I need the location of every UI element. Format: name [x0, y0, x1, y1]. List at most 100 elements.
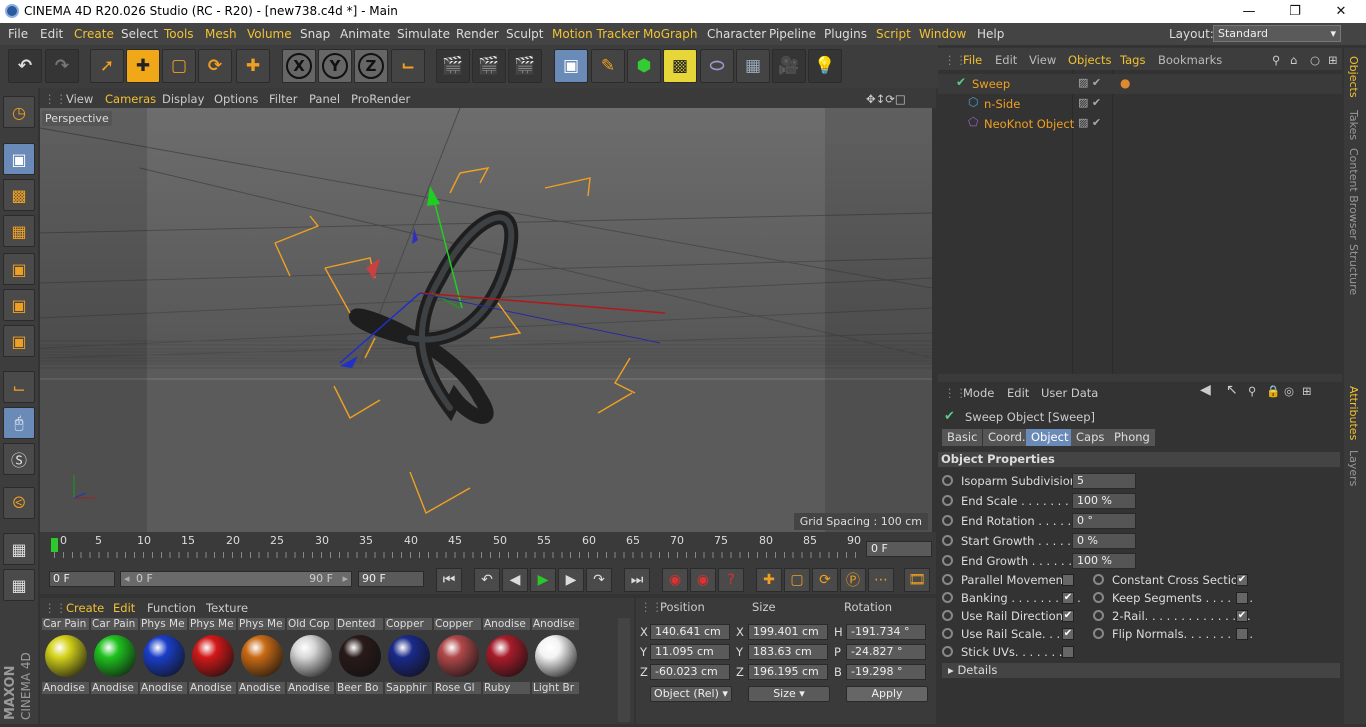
redo-icon[interactable]: ↷: [45, 49, 79, 83]
obj-menu-edit[interactable]: Edit: [995, 53, 1017, 67]
record-parameter-icon[interactable]: Ⓟ: [840, 568, 866, 592]
timeline-window-icon[interactable]: 🎞: [904, 568, 930, 592]
timeline-ruler[interactable]: 0 5 10 15 20 25 30 35 40 45 50 55 60 65 …: [40, 532, 936, 564]
close-button[interactable]: ✕: [1318, 2, 1364, 21]
menu-snap[interactable]: Snap: [300, 27, 330, 41]
new-window-icon[interactable]: ⊞: [1302, 384, 1312, 398]
menu-window[interactable]: Window: [919, 27, 966, 41]
polygons-mode-icon[interactable]: ▣: [3, 325, 35, 357]
autokeying-icon[interactable]: ◉: [690, 568, 716, 592]
tab-object[interactable]: Object: [1026, 429, 1074, 446]
camera-icon[interactable]: 🎥: [772, 49, 806, 83]
coord-size-field[interactable]: 196.195 cm: [748, 664, 828, 680]
material-swatch[interactable]: Phys Me Anodise: [238, 618, 285, 718]
menu-help[interactable]: Help: [977, 27, 1004, 41]
menu-character[interactable]: Character: [707, 27, 766, 41]
previous-frame-icon[interactable]: ◀: [502, 568, 528, 592]
viewport-menu-options[interactable]: Options: [214, 92, 258, 106]
viewport-nav-icon[interactable]: ✥↕⟳□: [866, 92, 906, 106]
back-arrow-icon[interactable]: ◀: [1200, 382, 1211, 398]
animate-radio-icon[interactable]: [1093, 610, 1104, 621]
go-to-end-icon[interactable]: ⏭: [624, 568, 650, 592]
coord-rotation-field[interactable]: -19.298 °: [846, 664, 926, 680]
menu-create[interactable]: Create: [74, 27, 114, 41]
viewport-menu-view[interactable]: View: [66, 92, 93, 106]
attr-field-value[interactable]: 0 %: [1072, 533, 1136, 549]
current-frame-marker[interactable]: [51, 538, 58, 552]
attr-checkbox[interactable]: [1236, 628, 1248, 640]
material-swatch[interactable]: Anodise Light Br: [532, 618, 579, 718]
floor-icon[interactable]: ▦: [736, 49, 770, 83]
tag-icon[interactable]: ●: [1120, 76, 1130, 90]
material-swatch[interactable]: Copper Rose Gl: [434, 618, 481, 718]
menu-simulate[interactable]: Simulate: [397, 27, 450, 41]
viewport-menu-prorender[interactable]: ProRender: [351, 92, 410, 106]
max-time-field[interactable]: 90 F: [358, 571, 424, 587]
undo-icon[interactable]: ↶: [8, 49, 42, 83]
next-frame-icon[interactable]: ▶: [558, 568, 584, 592]
workplane-icon[interactable]: ◷: [3, 96, 35, 128]
attr-field-value[interactable]: 100 %: [1072, 553, 1136, 569]
live-selection-icon[interactable]: ➚: [90, 49, 124, 83]
visibility-toggle-icon[interactable]: ▨ ✔: [1078, 96, 1101, 109]
points-mode-icon[interactable]: ▣: [3, 253, 35, 285]
details-section[interactable]: ▸ Details: [942, 663, 1340, 678]
menu-mesh[interactable]: Mesh: [205, 27, 237, 41]
animate-radio-icon[interactable]: [942, 646, 953, 657]
restore-button[interactable]: ❐: [1272, 2, 1318, 21]
record-active-objects-icon[interactable]: ◉: [662, 568, 688, 592]
menu-mograph[interactable]: MoGraph: [643, 27, 698, 41]
material-scrollbar[interactable]: [618, 618, 630, 722]
texture-mode-icon[interactable]: ▩: [3, 179, 35, 211]
new-window-icon[interactable]: ⊞: [1328, 53, 1338, 67]
target-icon[interactable]: ◎: [1284, 384, 1294, 398]
layout-select[interactable]: Standard ▾: [1213, 25, 1341, 42]
attr-checkbox[interactable]: ✔: [1062, 592, 1074, 604]
menu-motion-tracker[interactable]: Motion Tracker: [552, 27, 640, 41]
material-swatch[interactable]: Car Pain Anodise: [42, 618, 89, 718]
up-arrow-icon[interactable]: ↖: [1226, 382, 1238, 398]
material-swatch[interactable]: Phys Me Anodise: [189, 618, 236, 718]
light-icon[interactable]: 💡: [808, 49, 842, 83]
viewport-menu-panel[interactable]: Panel: [309, 92, 340, 106]
coordinate-system-icon[interactable]: ⌙: [391, 49, 425, 83]
go-to-start-icon[interactable]: ⏮: [436, 568, 462, 592]
object-row[interactable]: ✔ Sweep ▨ ✔ ●: [938, 74, 1342, 94]
obj-menu-file[interactable]: File: [963, 53, 982, 67]
cube-icon[interactable]: ▣: [554, 49, 588, 83]
material-swatch[interactable]: Old Cop Anodise: [287, 618, 334, 718]
viewport-camera-label[interactable]: Perspective: [42, 111, 112, 126]
x-axis-icon[interactable]: X: [282, 49, 316, 83]
animate-radio-icon[interactable]: [942, 475, 953, 486]
snap-icon[interactable]: ⧀: [3, 487, 35, 519]
menu-select[interactable]: Select: [121, 27, 158, 41]
animate-radio-icon[interactable]: [942, 515, 953, 526]
attr-menu-mode[interactable]: Mode: [963, 386, 994, 400]
attr-field-value[interactable]: 100 %: [1072, 493, 1136, 509]
search-icon[interactable]: ⚲: [1248, 384, 1256, 398]
obj-menu-view[interactable]: View: [1029, 53, 1056, 67]
recent-tool-icon[interactable]: ✚: [236, 49, 270, 83]
viewport-menu-filter[interactable]: Filter: [269, 92, 297, 106]
animate-radio-icon[interactable]: [942, 495, 953, 506]
attr-menu-edit[interactable]: Edit: [1007, 386, 1029, 400]
menu-plugins[interactable]: Plugins: [824, 27, 867, 41]
attr-checkbox[interactable]: ✔: [1236, 574, 1248, 586]
subdivision-icon[interactable]: ⬢: [627, 49, 661, 83]
tab-coord[interactable]: Coord.: [983, 429, 1031, 446]
menu-tools[interactable]: Tools: [164, 27, 194, 41]
menu-file[interactable]: File: [8, 27, 28, 41]
edit-render-settings-icon[interactable]: 🎬: [508, 49, 542, 83]
object-name[interactable]: n-Side: [984, 97, 1020, 111]
attr-checkbox[interactable]: ✔: [1062, 610, 1074, 622]
current-frame-field[interactable]: 0 F: [866, 541, 932, 557]
workplane-grid-icon[interactable]: ▦: [3, 215, 35, 247]
attr-menu-user-data[interactable]: User Data: [1041, 386, 1098, 400]
side-tab-takes[interactable]: Takes: [1347, 110, 1360, 140]
move-icon[interactable]: ✚: [126, 49, 160, 83]
viewport-menu-display[interactable]: Display: [162, 92, 204, 106]
attr-checkbox[interactable]: [1062, 646, 1074, 658]
edges-mode-icon[interactable]: ▣: [3, 289, 35, 321]
rotate-icon[interactable]: ⟳: [198, 49, 232, 83]
material-swatch[interactable]: Anodise Ruby: [483, 618, 530, 718]
